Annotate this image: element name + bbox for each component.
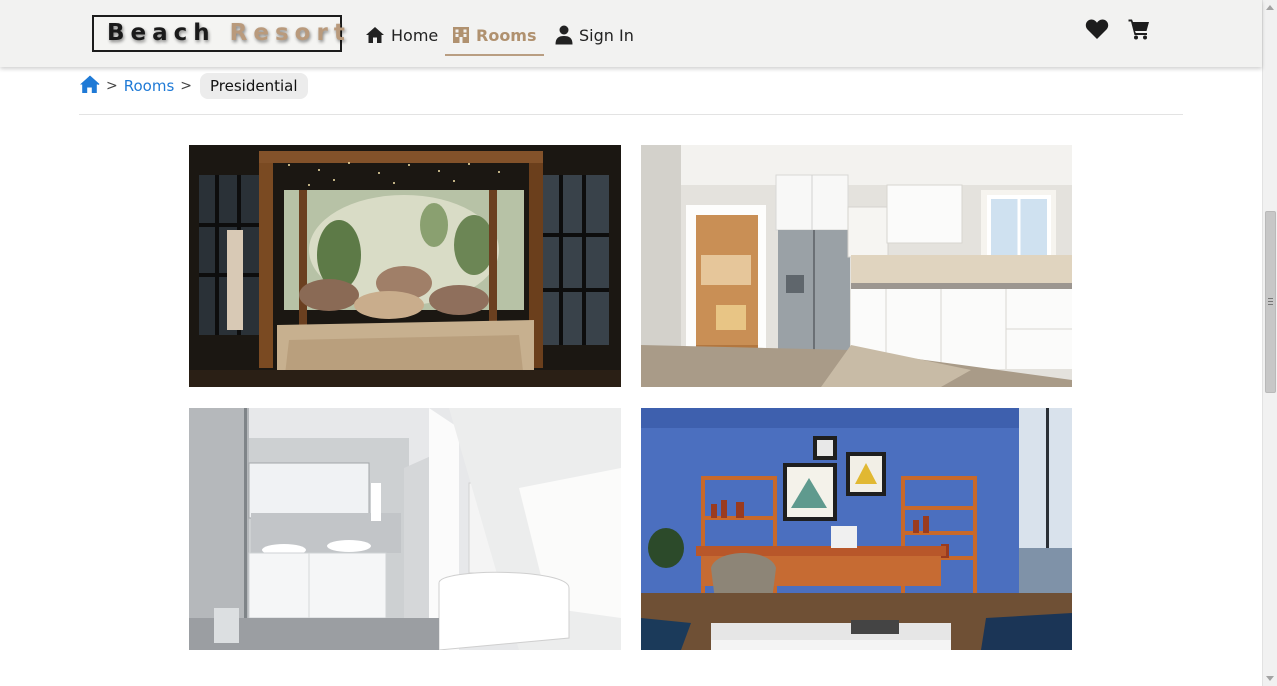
breadcrumb: > Rooms > Presidential: [79, 72, 308, 100]
vertical-scrollbar[interactable]: [1262, 0, 1277, 686]
wishlist-button[interactable]: [1085, 18, 1109, 44]
breadcrumb-current: Presidential: [200, 73, 308, 99]
brand-word-2: Resort: [229, 20, 351, 46]
nav-signin-label: Sign In: [579, 25, 634, 45]
room-photo-kitchen[interactable]: [641, 145, 1073, 387]
room-photo-study[interactable]: [641, 408, 1073, 650]
grip-line: [1268, 301, 1273, 302]
home-icon: [80, 74, 100, 93]
breadcrumb-separator: >: [180, 78, 192, 94]
nav-rooms-label: Rooms: [476, 25, 537, 45]
heart-icon: [1085, 19, 1109, 39]
user-icon: [555, 25, 573, 45]
nav-rooms-link[interactable]: Rooms: [445, 16, 544, 56]
nav-signin-link[interactable]: Sign In: [555, 16, 634, 54]
nav-home-label: Home: [391, 25, 439, 45]
breadcrumb-rooms-link[interactable]: Rooms: [124, 77, 175, 95]
scroll-down-arrow-icon[interactable]: [1266, 676, 1274, 681]
breadcrumb-home-link[interactable]: [79, 74, 100, 98]
grip-line: [1268, 298, 1273, 299]
breadcrumb-separator: >: [106, 78, 118, 94]
nav-home-link[interactable]: Home: [365, 16, 438, 54]
room-photo-bathroom[interactable]: [189, 408, 621, 650]
scrollbar-thumb[interactable]: [1265, 211, 1276, 393]
scroll-up-arrow-icon[interactable]: [1266, 5, 1274, 10]
cart-button[interactable]: [1128, 18, 1150, 44]
home-icon: [366, 27, 384, 43]
grip-line: [1268, 304, 1273, 305]
cart-icon: [1128, 19, 1149, 40]
brand-logo[interactable]: Beach Resort: [92, 15, 345, 52]
brand-word-1: Beach: [107, 20, 216, 46]
room-photo-bedroom[interactable]: [189, 145, 621, 387]
navbar: Beach Resort Home Rooms Sign In: [0, 0, 1262, 67]
hotel-icon: [453, 27, 469, 43]
breadcrumb-divider: [79, 114, 1183, 115]
